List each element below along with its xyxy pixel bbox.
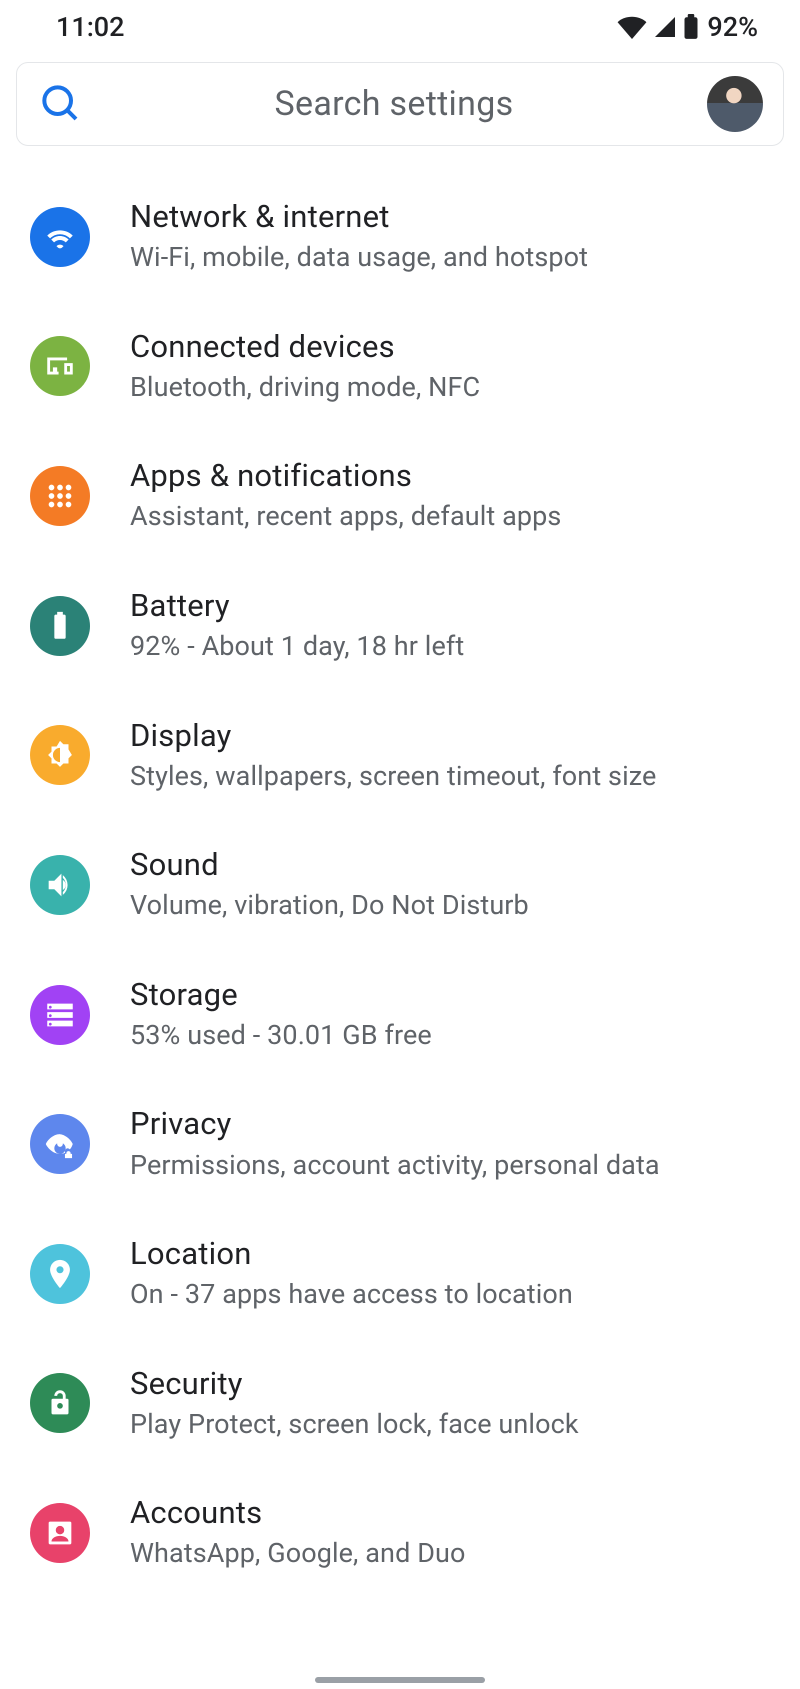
item-accounts[interactable]: Accounts WhatsApp, Google, and Duo (0, 1468, 800, 1582)
item-sub: Assistant, recent apps, default apps (130, 498, 772, 534)
item-sub: On - 37 apps have access to location (130, 1276, 772, 1312)
status-bar: 11:02 92% (0, 0, 800, 54)
cell-status-icon (653, 15, 677, 39)
item-sub: 92% - About 1 day, 18 hr left (130, 628, 772, 664)
nav-indicator (315, 1677, 485, 1683)
item-sub: Volume, vibration, Do Not Disturb (130, 887, 772, 923)
battery-status-icon (683, 14, 699, 40)
search-icon (41, 84, 81, 124)
item-sub: 53% used - 30.01 GB free (130, 1017, 772, 1053)
account-icon (30, 1503, 90, 1563)
item-title: Sound (130, 846, 772, 883)
search-settings[interactable]: Search settings (16, 62, 784, 146)
search-placeholder: Search settings (81, 84, 707, 124)
item-sub: Play Protect, screen lock, face unlock (130, 1406, 772, 1442)
brightness-icon (30, 725, 90, 785)
item-storage[interactable]: Storage 53% used - 30.01 GB free (0, 950, 800, 1080)
item-location[interactable]: Location On - 37 apps have access to loc… (0, 1209, 800, 1339)
storage-icon (30, 985, 90, 1045)
item-title: Apps & notifications (130, 457, 772, 494)
settings-list: Network & internet Wi-Fi, mobile, data u… (0, 146, 800, 1582)
item-sub: Bluetooth, driving mode, NFC (130, 369, 772, 405)
item-sub: WhatsApp, Google, and Duo (130, 1535, 772, 1571)
item-network-internet[interactable]: Network & internet Wi-Fi, mobile, data u… (0, 172, 800, 302)
item-title: Network & internet (130, 198, 772, 235)
status-time: 11:02 (56, 11, 125, 43)
profile-avatar[interactable] (707, 76, 763, 132)
apps-icon (30, 466, 90, 526)
item-title: Storage (130, 976, 772, 1013)
item-title: Accounts (130, 1494, 772, 1531)
item-title: Security (130, 1365, 772, 1402)
volume-icon (30, 855, 90, 915)
item-sub: Permissions, account activity, personal … (130, 1147, 772, 1183)
status-right: 92% (617, 11, 758, 43)
item-privacy[interactable]: Privacy Permissions, account activity, p… (0, 1079, 800, 1209)
item-display[interactable]: Display Styles, wallpapers, screen timeo… (0, 691, 800, 821)
item-title: Battery (130, 587, 772, 624)
item-sound[interactable]: Sound Volume, vibration, Do Not Disturb (0, 820, 800, 950)
privacy-icon (30, 1114, 90, 1174)
item-apps-notifications[interactable]: Apps & notifications Assistant, recent a… (0, 431, 800, 561)
wifi-icon (30, 207, 90, 267)
wifi-status-icon (617, 15, 647, 39)
item-title: Privacy (130, 1105, 772, 1142)
item-battery[interactable]: Battery 92% - About 1 day, 18 hr left (0, 561, 800, 691)
item-sub: Styles, wallpapers, screen timeout, font… (130, 758, 772, 794)
item-title: Connected devices (130, 328, 772, 365)
item-title: Display (130, 717, 772, 754)
battery-icon (30, 596, 90, 656)
battery-percent: 92% (707, 11, 758, 43)
item-connected-devices[interactable]: Connected devices Bluetooth, driving mod… (0, 302, 800, 432)
location-icon (30, 1244, 90, 1304)
security-icon (30, 1373, 90, 1433)
devices-icon (30, 336, 90, 396)
item-security[interactable]: Security Play Protect, screen lock, face… (0, 1339, 800, 1469)
item-title: Location (130, 1235, 772, 1272)
item-sub: Wi-Fi, mobile, data usage, and hotspot (130, 239, 772, 275)
